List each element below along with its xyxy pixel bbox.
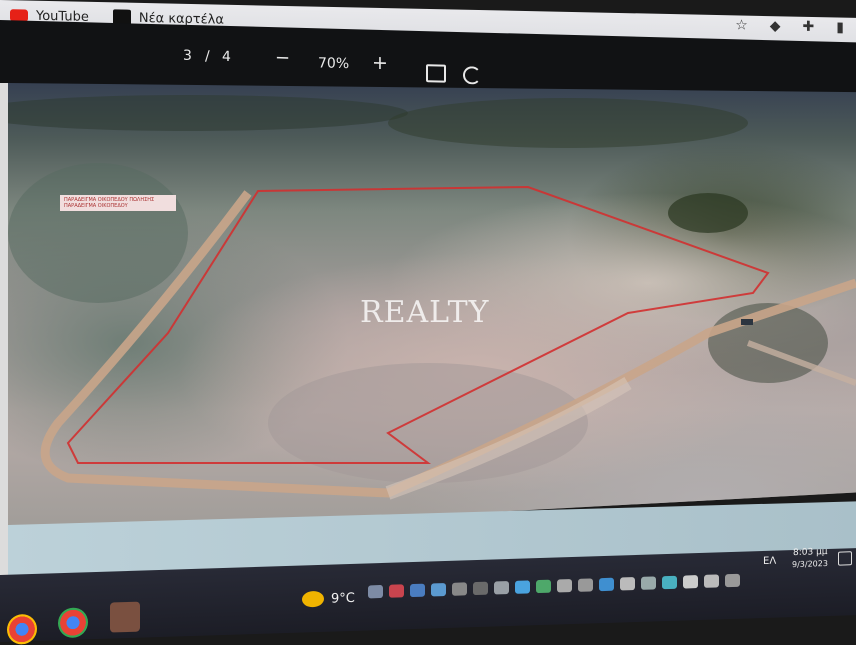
puzzle-icon[interactable]: ✚ [803,19,815,35]
page-total: 4 [222,48,231,66]
bluetooth-icon[interactable] [599,577,614,592]
tray-app-icon[interactable] [473,581,488,596]
volume-icon[interactable] [557,579,572,593]
tray-app-icon[interactable] [494,581,509,595]
page-separator: / [205,48,210,65]
language-indicator[interactable]: ΕΛ [763,556,776,567]
vegetation-patch [8,95,408,131]
browser-extensions: ☆ ◆ ✚ ▮ [735,17,844,35]
chrome-icon[interactable] [7,613,37,645]
tray-app-icon[interactable] [452,582,467,596]
star-icon[interactable]: ☆ [735,17,748,33]
keyboard-icon[interactable] [725,573,740,588]
sidebar-icon[interactable]: ▮ [836,20,844,36]
weather-icon[interactable] [302,590,324,608]
zoom-in-button[interactable]: + [372,52,388,74]
system-tray [368,573,740,599]
rotate-icon[interactable] [463,66,481,85]
weather-temperature[interactable]: 9°C [331,591,355,607]
tray-app-icon[interactable] [515,580,530,594]
plot-label: ΠΑΡΑΔΕΙΓΜΑ ΟΙΚΟΠΕΔΟΥ ΠΩΛΗΣΗΣ ΠΑΡΑΔΕΙΓΜΑ … [60,195,176,211]
extension-shield-icon[interactable]: ◆ [770,18,781,34]
vegetation-patch [8,163,188,303]
tray-app-icon[interactable] [641,576,656,590]
notification-icon[interactable] [838,551,852,566]
tray-app-icon[interactable] [620,577,635,591]
pdf-page-photo: ΠΑΡΑΔΕΙΓΜΑ ΟΙΚΟΠΕΔΟΥ ΠΩΛΗΣΗΣ ΠΑΡΑΔΕΙΓΜΑ … [8,83,856,538]
tray-app-icon[interactable] [578,578,593,592]
page-number-input[interactable]: 3 [183,48,192,64]
tray-app-icon[interactable] [662,575,677,590]
tray-app-icon[interactable] [536,579,551,594]
clock-date[interactable]: 9/3/2023 [792,559,828,569]
zoom-out-button[interactable]: − [275,47,290,68]
tray-app-icon[interactable] [431,582,446,597]
app-icon[interactable] [110,601,140,633]
speaker-icon[interactable] [704,574,719,588]
tray-app-icon[interactable] [389,584,404,598]
fit-page-icon[interactable] [426,64,446,83]
vehicle [741,319,753,325]
chrome-profile-icon[interactable] [58,607,88,639]
watermark: REALTY [360,295,490,330]
skype-icon[interactable] [368,584,383,599]
zoom-level[interactable]: 70% [318,55,349,72]
wifi-icon[interactable] [683,575,698,589]
tree-cluster [668,193,748,233]
vegetation-patch [388,98,748,148]
tray-app-icon[interactable] [410,583,425,598]
clock-time[interactable]: 8:03 μμ [793,547,828,558]
